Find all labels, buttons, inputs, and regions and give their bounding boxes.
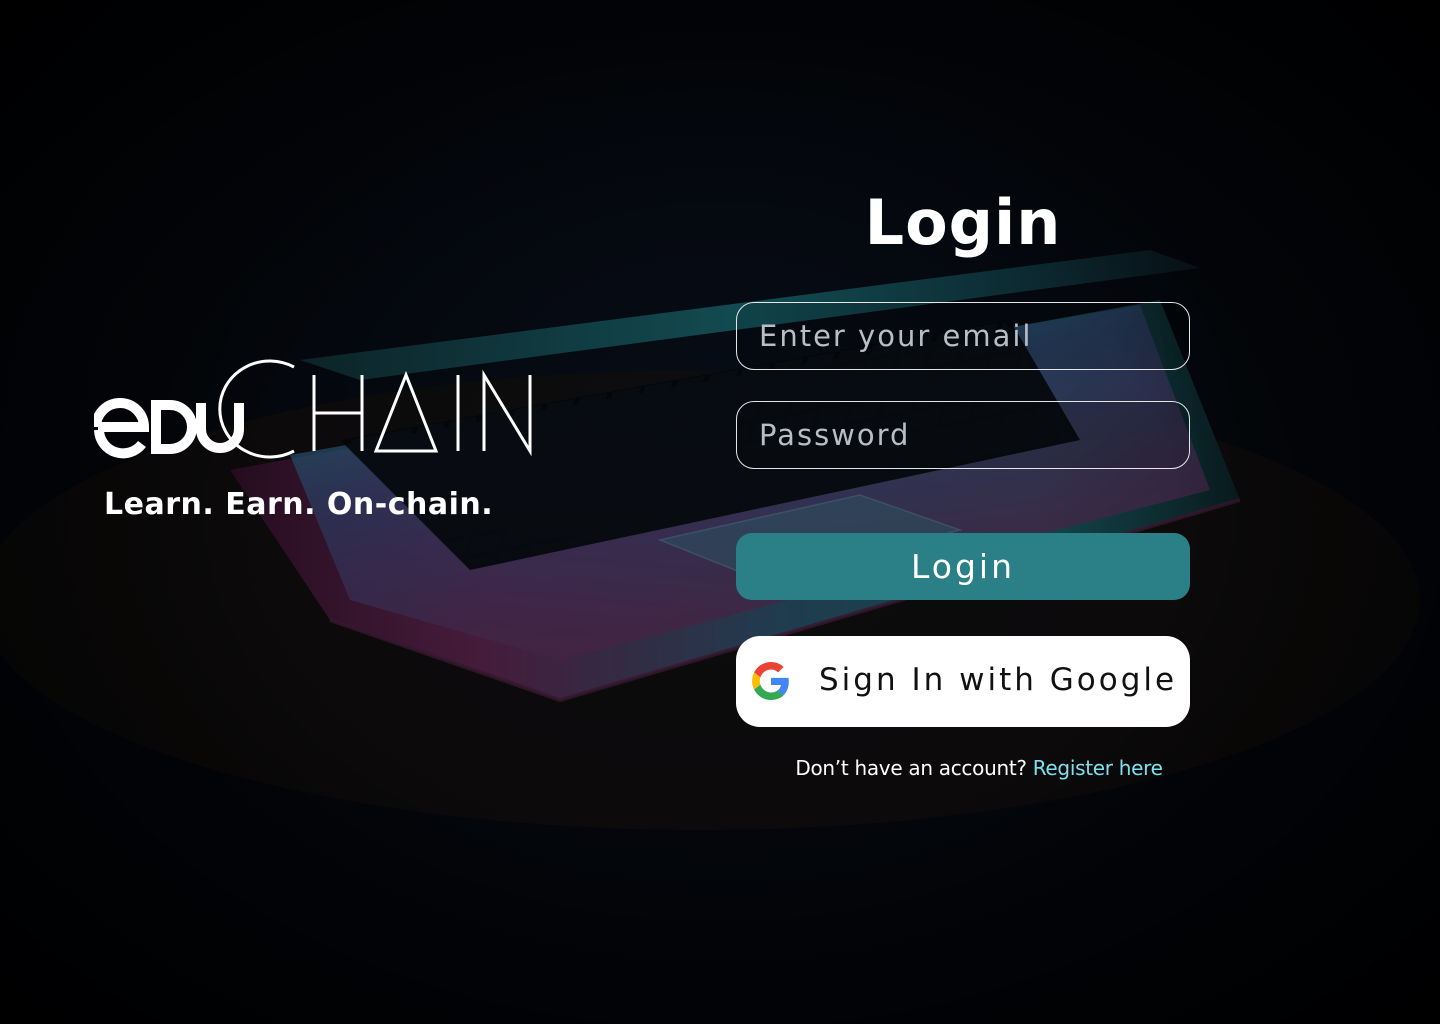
login-button[interactable]: Login [736,533,1190,600]
google-icon [752,662,789,700]
email-field [736,302,1190,370]
password-field [736,401,1190,469]
page-title: Login [864,186,1062,259]
register-link[interactable]: Register here [1033,756,1163,780]
brand-block: Learn. Earn. On-chain. [94,355,554,535]
educhain-logo [94,359,532,459]
register-prompt: Don’t have an account? Register here [736,756,1222,780]
tagline: Learn. Earn. On-chain. [104,487,494,522]
login-screen: Learn. Earn. On-chain. Login Login Sign … [0,0,1440,1024]
google-signin-button[interactable]: Sign In with Google [736,636,1190,727]
password-input[interactable] [737,402,1189,468]
register-prompt-text: Don’t have an account? [795,756,1027,780]
google-signin-label: Sign In with Google [819,662,1178,698]
email-input[interactable] [737,303,1189,369]
